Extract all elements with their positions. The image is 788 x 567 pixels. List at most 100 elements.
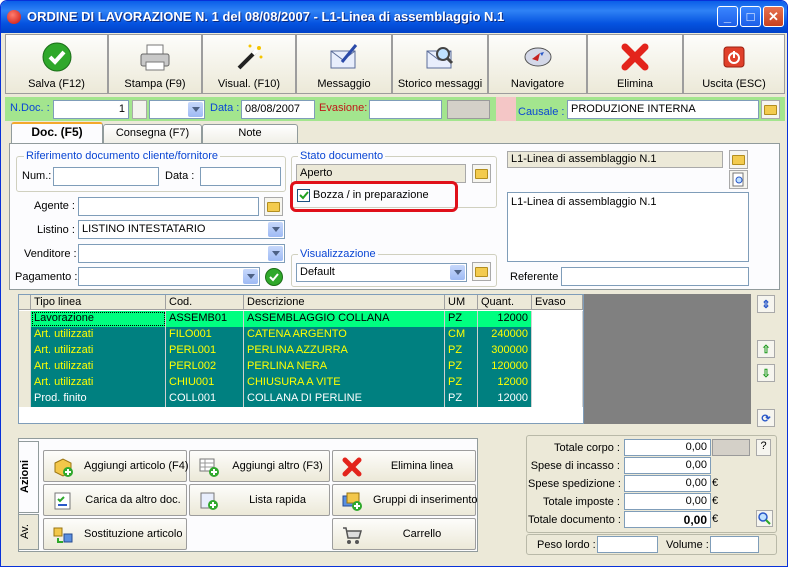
delete-line-button[interactable]: Elimina linea [332, 450, 476, 482]
cell-quant[interactable]: 300000 [478, 343, 532, 359]
venditore-select[interactable] [78, 244, 285, 263]
save-button[interactable]: Salva (F12) [5, 34, 108, 94]
cell-cod[interactable]: CHIU001 [166, 375, 244, 391]
quick-list-button[interactable]: Lista rapida [189, 484, 330, 516]
ndoc-input[interactable]: 1 [53, 100, 129, 119]
cell-cod[interactable]: PERL002 [166, 359, 244, 375]
agente-input[interactable] [78, 197, 259, 216]
refresh-lines-button[interactable]: ⟳ [757, 409, 775, 427]
column-header-quant[interactable]: Quant. [478, 295, 532, 310]
pagamento-ok-button[interactable] [265, 268, 283, 286]
cart-button[interactable]: Carrello [332, 518, 476, 550]
close-button[interactable]: ✕ [763, 6, 784, 27]
linea-folder-button[interactable] [729, 150, 748, 169]
vtab-azioni[interactable]: Azioni [18, 441, 39, 513]
help-button[interactable]: ? [756, 439, 771, 456]
cell-tipo[interactable]: Art. utilizzati [31, 327, 166, 343]
move-updown-button[interactable]: ⇕ [757, 295, 775, 313]
exit-button[interactable]: Uscita (ESC) [683, 34, 785, 94]
cell-quant[interactable]: 12000 [478, 375, 532, 391]
cell-tipo[interactable]: Art. utilizzati [31, 343, 166, 359]
cell-um[interactable]: PZ [445, 359, 478, 375]
causale-input[interactable]: PRODUZIONE INTERNA [567, 100, 759, 119]
column-header-cod[interactable]: Cod. [166, 295, 244, 310]
table-row[interactable]: Art. utilizzati PERL002 PERLINA NERA PZ 1200… [19, 359, 583, 375]
referente-input[interactable] [561, 267, 749, 286]
cell-tipo[interactable]: Art. utilizzati [31, 375, 166, 391]
evasione-input[interactable] [369, 100, 442, 119]
cell-desc[interactable]: COLLANA DI PERLINE [244, 391, 445, 407]
cell-evaso[interactable] [532, 375, 583, 391]
listino-select[interactable]: LISTINO INTESTATARIO [78, 220, 285, 239]
cell-evaso[interactable] [532, 311, 583, 327]
row-indicator[interactable] [19, 359, 31, 375]
visual-folder-button[interactable] [472, 262, 491, 281]
visual-button[interactable]: Visual. (F10) [202, 34, 296, 94]
load-from-doc-button[interactable]: Carica da altro doc. [43, 484, 187, 516]
cell-cod[interactable]: COLL001 [166, 391, 244, 407]
insert-groups-button[interactable]: Gruppi di inserimento [332, 484, 478, 516]
stato-folder-button[interactable] [472, 164, 491, 183]
replace-article-button[interactable]: Sostituzione articolo [43, 518, 187, 550]
ndoc-suffix-button[interactable] [132, 100, 147, 119]
navigator-button[interactable]: Navigatore [488, 34, 587, 94]
move-up-button[interactable]: ⇧ [757, 340, 775, 358]
column-header-evaso[interactable]: Evaso [532, 295, 583, 310]
lines-grid[interactable]: Tipo linea Cod. Descrizione UM Quant. Evaso L… [18, 294, 584, 424]
cell-evaso[interactable] [532, 343, 583, 359]
volume-input[interactable] [710, 536, 759, 553]
cell-desc[interactable]: PERLINA NERA [244, 359, 445, 375]
visual-select[interactable]: Default [296, 263, 467, 282]
causale-folder-button[interactable] [761, 100, 780, 119]
row-indicator[interactable] [19, 391, 31, 407]
column-header-um[interactable]: UM [445, 295, 478, 310]
column-header-desc[interactable]: Descrizione [244, 295, 445, 310]
date-input[interactable]: 08/08/2007 [241, 100, 315, 119]
move-down-button[interactable]: ⇩ [757, 364, 775, 382]
cell-quant[interactable]: 120000 [478, 359, 532, 375]
cell-desc[interactable]: ASSEMBLAGGIO COLLANA [244, 311, 445, 327]
vtab-av[interactable]: Av. [18, 514, 39, 550]
row-indicator[interactable] [19, 311, 31, 327]
column-header-tipo[interactable]: Tipo linea [31, 295, 166, 310]
table-row[interactable]: Art. utilizzati FILO001 CATENA ARGENTO CM 24… [19, 327, 583, 343]
tab-note[interactable]: Note [202, 124, 298, 143]
message-history-button[interactable]: Storico messaggi [392, 34, 488, 94]
table-row[interactable]: Art. utilizzati PERL001 PERLINA AZZURRA PZ 3… [19, 343, 583, 359]
minimize-button[interactable]: _ [717, 6, 738, 27]
cell-tipo[interactable]: Lavorazione [31, 311, 166, 327]
cell-quant[interactable]: 240000 [478, 327, 532, 343]
delete-button[interactable]: Elimina [587, 34, 683, 94]
cell-evaso[interactable] [532, 391, 583, 407]
agente-folder-button[interactable] [264, 197, 283, 216]
tab-consegna[interactable]: Consegna (F7) [103, 124, 202, 143]
rif-date-input[interactable] [200, 167, 281, 186]
tab-doc[interactable]: Doc. (F5) [11, 122, 103, 144]
table-row[interactable]: Prod. finito COLL001 COLLANA DI PERLINE PZ 1… [19, 391, 583, 407]
cell-evaso[interactable] [532, 327, 583, 343]
cell-um[interactable]: PZ [445, 391, 478, 407]
row-indicator[interactable] [19, 375, 31, 391]
cell-cod[interactable]: ASSEMB01 [166, 311, 244, 327]
cell-quant[interactable]: 12000 [478, 391, 532, 407]
cell-um[interactable]: PZ [445, 343, 478, 359]
cell-cod[interactable]: PERL001 [166, 343, 244, 359]
title-bar[interactable]: ORDINE DI LAVORAZIONE N. 1 del 08/08/200… [1, 1, 787, 33]
cell-evaso[interactable] [532, 359, 583, 375]
peso-input[interactable] [597, 536, 658, 553]
zoom-totals-button[interactable] [756, 510, 773, 527]
maximize-button[interactable]: □ [740, 6, 761, 27]
bozza-checkbox[interactable] [297, 189, 310, 202]
table-row[interactable]: Art. utilizzati CHIU001 CHIUSURA A VITE PZ 1… [19, 375, 583, 391]
cell-desc[interactable]: PERLINA AZZURRA [244, 343, 445, 359]
table-row[interactable]: Lavorazione ASSEMB01 ASSEMBLAGGIO COLLANA P… [19, 311, 583, 327]
print-button[interactable]: Stampa (F9) [108, 34, 202, 94]
cell-cod[interactable]: FILO001 [166, 327, 244, 343]
cell-um[interactable]: PZ [445, 375, 478, 391]
linea-preview-button[interactable] [729, 170, 748, 189]
row-indicator[interactable] [19, 327, 31, 343]
cell-desc[interactable]: CATENA ARGENTO [244, 327, 445, 343]
cell-quant[interactable]: 12000 [478, 311, 532, 327]
cell-um[interactable]: CM [445, 327, 478, 343]
row-indicator[interactable] [19, 343, 31, 359]
